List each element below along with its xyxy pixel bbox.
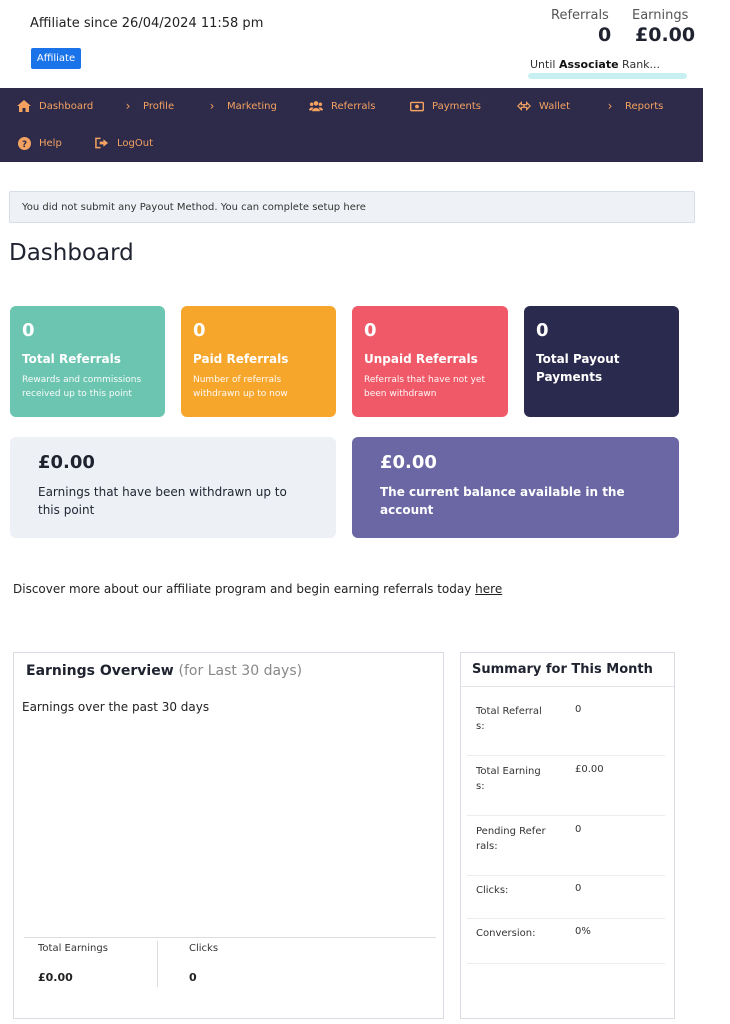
summary-row: Clicks: 0 [467,876,665,919]
total-earnings-label: Total Earnings [38,943,108,954]
total-payout-payments-card: 0 Total Payout Payments [524,306,679,417]
total-referrals-card: 0 Total Referrals Rewards and commission… [10,306,165,417]
nav-logout-label: LogOut [117,137,153,149]
summary-label: Conversion: [476,928,536,939]
rank-progress-bar [528,73,687,79]
summary-label: Pending Referrals: [476,826,546,852]
header-earnings-label: Earnings [632,8,689,23]
nav-logout[interactable]: LogOut [95,136,153,150]
earnings-overview-panel: Earnings Overview (for Last 30 days) Ear… [13,652,444,1019]
summary-label: Total Earnings: [476,766,541,792]
summary-value: 0 [575,883,582,894]
users-icon [309,99,323,113]
card-value: £0.00 [380,452,437,473]
summary-label: Clicks: [476,885,509,896]
unpaid-referrals-card: 0 Unpaid Referrals Referrals that have n… [352,306,508,417]
header-referrals-label: Referrals [551,8,609,23]
rank-prefix: Until [530,58,559,71]
summary-row: Total Earnings: £0.00 [467,756,665,816]
earnings-overview-title: Earnings Overview (for Last 30 days) [26,663,302,679]
total-earnings-value: £0.00 [38,971,73,984]
paid-referrals-card: 0 Paid Referrals Number of referrals wit… [181,306,336,417]
card-description: Referrals that have not yet been withdra… [364,375,485,399]
card-description: The current balance available in the acc… [380,485,625,517]
nav-dashboard[interactable]: Dashboard [17,99,93,113]
notice-setup-link[interactable]: here [343,202,366,213]
home-icon [17,99,31,113]
card-title: Total Referrals [22,352,121,366]
exchange-icon [517,99,531,113]
card-title: Total Payout Payments [536,352,620,384]
nav-payments[interactable]: Payments [410,99,481,113]
nav-wallet[interactable]: Wallet [517,99,570,113]
rank-progress-text: Until Associate Rank... [530,58,660,71]
summary-label: Total Referrals: [476,706,542,732]
discover-text: Discover more about our affiliate progra… [13,582,476,596]
money-bill-icon [410,99,424,113]
summary-row: Total Referrals: 0 [467,688,665,756]
question-circle-icon: ? [17,136,31,150]
chevron-right-icon: › [607,99,613,113]
discover-program-text: Discover more about our affiliate progra… [13,582,502,596]
nav-payments-label: Payments [432,100,481,112]
nav-referrals[interactable]: Referrals [309,99,376,113]
rank-suffix: Rank... [618,58,661,71]
card-value: 0 [193,320,206,341]
divider [24,937,436,938]
summary-value: 0 [575,704,582,715]
earnings-overview-subtitle: (for Last 30 days) [178,663,303,679]
card-description: Rewards and commissions received up to t… [22,375,142,399]
summary-row: Pending Referrals: 0 [467,816,665,876]
nav-help[interactable]: ? Help [17,136,62,150]
sign-out-icon [95,136,109,150]
discover-link[interactable]: here [475,582,502,596]
divider [157,941,158,987]
earnings-chart-caption: Earnings over the past 30 days [22,700,210,714]
nav-marketing[interactable]: › Marketing [205,99,277,113]
nav-dashboard-label: Dashboard [39,100,94,112]
notice-text: You did not submit any Payout Method. Yo… [22,201,341,213]
card-title: Unpaid Referrals [364,352,478,366]
nav-marketing-label: Marketing [227,100,277,112]
earnings-overview-heading: Earnings Overview [26,663,174,679]
summary-row: Conversion: 0% [467,919,665,964]
card-title: Paid Referrals [193,352,289,366]
clicks-label: Clicks [189,943,219,954]
summary-value: £0.00 [575,764,604,775]
chevron-right-icon: › [209,99,215,113]
main-nav: Dashboard › Profile › Marketing Referral… [0,88,703,162]
current-balance-card: £0.00 The current balance available in t… [352,437,679,538]
card-value: 0 [22,320,35,341]
nav-profile[interactable]: › Profile [121,99,175,113]
summary-value: 0 [575,824,582,835]
card-description: Number of referrals withdrawn up to now [193,375,288,399]
summary-value: 0% [575,926,591,937]
nav-wallet-label: Wallet [539,100,571,112]
nav-reports[interactable]: › Reports [603,99,664,113]
card-value: £0.00 [38,452,95,473]
affiliate-since-text: Affiliate since 26/04/2024 11:58 pm [30,16,264,31]
rank-name: Associate [558,58,619,71]
affiliate-badge: Affiliate [31,48,81,69]
clicks-value: 0 [189,971,197,984]
nav-help-label: Help [39,137,62,149]
payout-method-notice: You did not submit any Payout Method. Yo… [9,191,695,223]
card-description: Earnings that have been withdrawn up to … [38,485,287,517]
summary-title: Summary for This Month [461,653,674,687]
nav-reports-label: Reports [625,100,664,112]
page-title: Dashboard [9,240,134,266]
withdrawn-earnings-card: £0.00 Earnings that have been withdrawn … [10,437,336,538]
monthly-summary-panel: Summary for This Month Total Referrals: … [460,652,675,1019]
card-value: 0 [536,320,549,341]
chevron-right-icon: › [125,99,131,113]
header-referrals-value: 0 [598,24,612,46]
nav-referrals-label: Referrals [331,100,376,112]
header-earnings-value: £0.00 [635,24,696,46]
nav-profile-label: Profile [143,100,175,112]
card-value: 0 [364,320,377,341]
svg-text:?: ? [21,140,26,150]
